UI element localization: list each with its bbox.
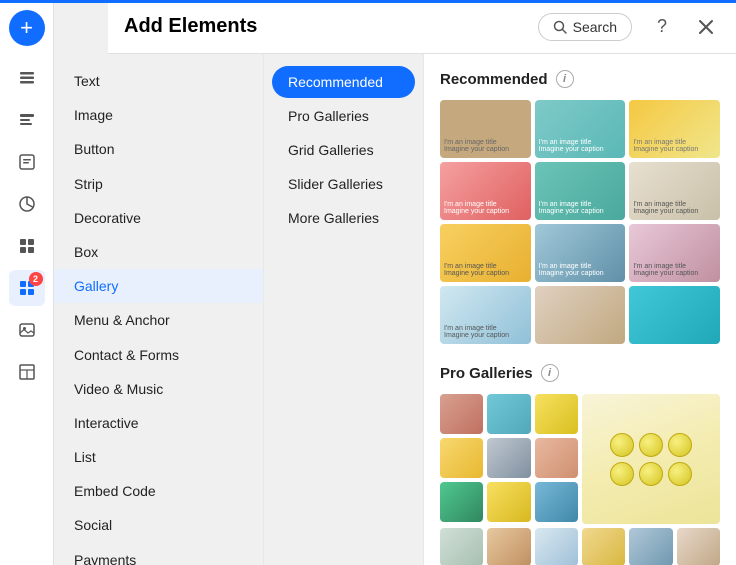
pro-thumb-5[interactable] <box>487 438 530 478</box>
nav-item-box[interactable]: Box <box>54 235 263 269</box>
pro-thumb-1[interactable] <box>440 394 483 434</box>
add-element-button[interactable]: + <box>9 10 45 46</box>
sub-item-grid-galleries[interactable]: Grid Galleries <box>272 134 415 166</box>
pro-bottom-2[interactable] <box>487 528 530 565</box>
pro-lemon-thumb[interactable] <box>582 394 720 524</box>
pro-bottom-4[interactable] <box>582 528 625 565</box>
search-button[interactable]: Search <box>538 13 632 41</box>
nav-item-button[interactable]: Button <box>54 132 263 166</box>
sub-item-pro-galleries[interactable]: Pro Galleries <box>272 100 415 132</box>
content-area: Recommended i I'm an image titleImagine … <box>424 54 736 565</box>
pro-bottom-1[interactable] <box>440 528 483 565</box>
thumb-label: I'm an image titleImagine your caption <box>539 201 604 216</box>
sidebar-icon-active[interactable]: 2 <box>9 270 45 306</box>
app-sidebar: + 2 <box>0 0 54 565</box>
pro-bottom-6[interactable] <box>677 528 720 565</box>
sub-item-recommended[interactable]: Recommended <box>272 66 415 98</box>
top-header: Add Elements Search ? <box>108 0 736 54</box>
plus-icon: + <box>20 15 33 41</box>
thumb-label: I'm an image titleImagine your caption <box>539 139 604 154</box>
thumb-label: I'm an image titleImagine your caption <box>633 139 698 154</box>
pro-bottom-5[interactable] <box>629 528 672 565</box>
search-icon <box>553 20 567 34</box>
rec-thumb-3[interactable]: I'm an image titleImagine your caption <box>629 100 720 158</box>
left-navigation: Text Image Button Strip Decorative Box G… <box>54 54 264 565</box>
sub-item-slider-galleries[interactable]: Slider Galleries <box>272 168 415 200</box>
pages-icon <box>17 68 37 88</box>
nav-item-list[interactable]: List <box>54 440 263 474</box>
nav-item-social[interactable]: Social <box>54 508 263 542</box>
nav-item-payments[interactable]: Payments <box>54 543 263 565</box>
pro-thumb-6[interactable] <box>535 438 578 478</box>
thumb-label: I'm an image titleImagine your caption <box>539 263 604 278</box>
sub-item-more-galleries[interactable]: More Galleries <box>272 202 415 234</box>
middle-column: Recommended Pro Galleries Grid Galleries… <box>264 54 424 565</box>
nav-item-image[interactable]: Image <box>54 98 263 132</box>
pro-thumb-9[interactable] <box>535 482 578 522</box>
rec-thumb-11[interactable] <box>535 286 626 344</box>
nav-item-menu-anchor[interactable]: Menu & Anchor <box>54 303 263 337</box>
nav-item-interactive[interactable]: Interactive <box>54 406 263 440</box>
sidebar-icon-media[interactable] <box>9 312 45 348</box>
thumb-label: I'm an image titleImagine your caption <box>444 325 509 340</box>
help-button[interactable]: ? <box>648 13 676 41</box>
nav-item-video-music[interactable]: Video & Music <box>54 372 263 406</box>
apps-icon <box>17 236 37 256</box>
recommended-title: Recommended i <box>440 70 720 88</box>
pro-thumb-4[interactable] <box>440 438 483 478</box>
rec-thumb-6[interactable]: I'm an image titleImagine your caption <box>629 162 720 220</box>
main-panel: Add Elements Search ? Text Image Button … <box>54 0 736 565</box>
pro-galleries-info-icon[interactable]: i <box>541 364 559 382</box>
notification-badge: 2 <box>29 272 43 286</box>
rec-thumb-7[interactable]: I'm an image titleImagine your caption <box>440 224 531 282</box>
recommended-info-icon[interactable]: i <box>556 70 574 88</box>
progress-bar <box>0 0 736 3</box>
pro-thumb-8[interactable] <box>487 482 530 522</box>
rec-thumb-5[interactable]: I'm an image titleImagine your caption <box>535 162 626 220</box>
sidebar-icon-blog[interactable] <box>9 144 45 180</box>
header-actions: Search ? <box>538 13 720 41</box>
nav-item-decorative[interactable]: Decorative <box>54 201 263 235</box>
thumb-label: I'm an image titleImagine your caption <box>444 139 509 154</box>
sidebar-icon-theme[interactable] <box>9 186 45 222</box>
pro-thumb-7[interactable] <box>440 482 483 522</box>
pro-bottom-3[interactable] <box>535 528 578 565</box>
pro-galleries-title: Pro Galleries i <box>440 364 720 382</box>
nav-item-contact-forms[interactable]: Contact & Forms <box>54 338 263 372</box>
nav-item-embed-code[interactable]: Embed Code <box>54 474 263 508</box>
rec-thumb-2[interactable]: I'm an image titleImagine your caption <box>535 100 626 158</box>
sidebar-icon-table[interactable] <box>9 354 45 390</box>
media-icon <box>17 320 37 340</box>
rec-thumb-9[interactable]: I'm an image titleImagine your caption <box>629 224 720 282</box>
close-icon <box>698 19 714 35</box>
recommended-section: Recommended i I'm an image titleImagine … <box>440 70 720 344</box>
sidebar-icon-text[interactable] <box>9 102 45 138</box>
pro-galleries-section: Pro Galleries i <box>440 364 720 565</box>
thumb-label: I'm an image titleImagine your caption <box>633 201 698 216</box>
nav-item-text[interactable]: Text <box>54 64 263 98</box>
thumb-label: I'm an image titleImagine your caption <box>633 263 698 278</box>
sidebar-icon-apps[interactable] <box>9 228 45 264</box>
thumb-label: I'm an image titleImagine your caption <box>444 201 509 216</box>
panel-title: Add Elements <box>124 15 257 38</box>
pro-thumb-3[interactable] <box>535 394 578 434</box>
thumb-label: I'm an image titleImagine your caption <box>444 263 509 278</box>
pro-thumb-2[interactable] <box>487 394 530 434</box>
blog-icon <box>17 152 37 172</box>
nav-item-strip[interactable]: Strip <box>54 167 263 201</box>
sidebar-icon-pages[interactable] <box>9 60 45 96</box>
main-content: Text Image Button Strip Decorative Box G… <box>54 54 736 565</box>
rec-thumb-12[interactable] <box>629 286 720 344</box>
rec-thumb-1[interactable]: I'm an image titleImagine your caption <box>440 100 531 158</box>
text-icon <box>17 110 37 130</box>
rec-thumb-10[interactable]: I'm an image titleImagine your caption <box>440 286 531 344</box>
theme-icon <box>17 194 37 214</box>
table-icon <box>17 362 37 382</box>
rec-thumb-8[interactable]: I'm an image titleImagine your caption <box>535 224 626 282</box>
rec-thumb-4[interactable]: I'm an image titleImagine your caption <box>440 162 531 220</box>
close-button[interactable] <box>692 13 720 41</box>
nav-item-gallery[interactable]: Gallery <box>54 269 263 303</box>
